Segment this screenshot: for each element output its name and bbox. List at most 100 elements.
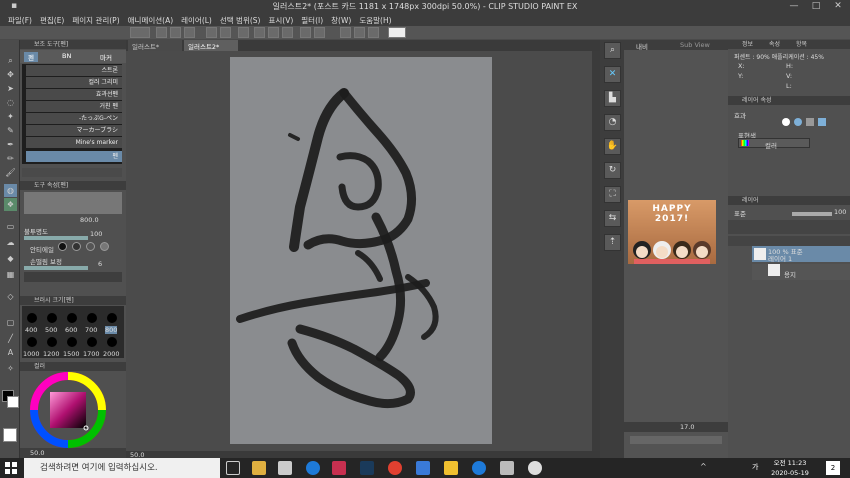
size-option[interactable]: 500: [45, 326, 57, 334]
navigator-slider[interactable]: [630, 436, 722, 444]
move-tool-icon[interactable]: ✥: [4, 68, 17, 81]
brush-item[interactable]: -たっぷG-ペン: [26, 113, 122, 124]
gradient-tool-icon[interactable]: ▦: [4, 268, 17, 281]
figure-tool-icon[interactable]: ◇: [4, 290, 17, 303]
sub-color-swatch[interactable]: [7, 396, 19, 408]
tab-navigator[interactable]: 내비: [636, 41, 648, 51]
pin-icon[interactable]: ⇡: [604, 234, 621, 251]
layer-opacity-value[interactable]: 100: [834, 208, 846, 216]
layer-row-selected[interactable]: 100 % 표준 레이어 1: [752, 246, 850, 263]
tray-photo-icon[interactable]: [712, 462, 722, 472]
swap-icon[interactable]: ✕: [604, 66, 621, 83]
menu-window[interactable]: 창(W): [327, 13, 355, 26]
pencil-tool-icon[interactable]: ✏: [4, 152, 17, 165]
menu-layer[interactable]: 레이어(L): [177, 13, 216, 26]
maximize-icon[interactable]: □: [806, 0, 826, 13]
selection-icon[interactable]: [300, 27, 311, 38]
fill-icon[interactable]: [254, 27, 265, 38]
brush-item[interactable]: Mine's marker: [26, 137, 122, 148]
minimize-icon[interactable]: —: [784, 0, 804, 13]
taskbar-clock[interactable]: 오전 11:23 2020-05-19: [760, 458, 820, 478]
brush-size-value[interactable]: 800.0: [80, 216, 99, 224]
menu-filter[interactable]: 필터(I): [297, 13, 327, 26]
opacity-value[interactable]: 100: [90, 230, 102, 238]
effect-layer-color-icon[interactable]: [818, 118, 826, 126]
text-tool-icon[interactable]: A: [4, 346, 17, 359]
size-option[interactable]: 1500: [63, 350, 80, 358]
grid-snap-icon[interactable]: [368, 27, 379, 38]
brush-item[interactable]: 효과선펜: [26, 89, 122, 100]
brush-item[interactable]: 컬러 그리미: [26, 77, 122, 88]
balloon-tool-icon[interactable]: ✧: [4, 362, 17, 375]
frame-tool-icon[interactable]: ▢: [4, 316, 17, 329]
open-file-icon[interactable]: [170, 27, 181, 38]
stabilization-slider[interactable]: [24, 266, 88, 270]
windows-start-icon[interactable]: [4, 461, 18, 475]
history-icon[interactable]: ◔: [604, 114, 621, 131]
edge-icon[interactable]: [306, 461, 320, 475]
eyedropper-icon[interactable]: ✎: [4, 124, 17, 137]
brush-item[interactable]: マーカーブラシ: [26, 125, 122, 136]
effect-tone-icon[interactable]: [806, 118, 814, 126]
subtool-tab-bn[interactable]: BN: [62, 52, 71, 60]
canvas-paper[interactable]: [230, 57, 492, 444]
tray-chevron-icon[interactable]: ^: [700, 462, 707, 471]
antialias-weak-button[interactable]: [72, 242, 81, 251]
layer-opacity-slider[interactable]: [792, 212, 832, 216]
subtool-tab-marker[interactable]: 마커: [100, 52, 112, 62]
ruler-tool-icon[interactable]: ╱: [4, 332, 17, 345]
transform-icon[interactable]: [268, 27, 279, 38]
rotate-icon[interactable]: ↻: [604, 162, 621, 179]
undo-icon[interactable]: [206, 27, 217, 38]
mail-icon[interactable]: [416, 461, 430, 475]
notification-center-icon[interactable]: 2: [826, 461, 840, 475]
effect-color-icon[interactable]: [794, 118, 802, 126]
menu-edit[interactable]: 편집(E): [36, 13, 68, 26]
effect-border-icon[interactable]: [782, 118, 790, 126]
app-icon-red[interactable]: [332, 461, 346, 475]
size-option[interactable]: 1200: [43, 350, 60, 358]
magic-wand-icon[interactable]: ✦: [4, 110, 17, 123]
size-option[interactable]: 400: [25, 326, 37, 334]
opacity-slider[interactable]: [24, 236, 88, 240]
ie-icon[interactable]: [472, 461, 486, 475]
help-icon[interactable]: [388, 27, 406, 38]
size-option[interactable]: 1700: [83, 350, 100, 358]
taskbar-search-input[interactable]: 검색하려면 여기에 입력하십시오.: [24, 458, 220, 478]
new-file-icon[interactable]: [156, 27, 167, 38]
size-option[interactable]: 600: [65, 326, 77, 334]
rotate-value[interactable]: 17.0: [680, 423, 694, 431]
size-option[interactable]: 2000: [103, 350, 120, 358]
color-mode-select[interactable]: 컬러: [738, 138, 810, 150]
subtool-tab-pen[interactable]: 펜: [24, 52, 38, 62]
decoration-tool-icon[interactable]: ❖: [4, 198, 17, 211]
navigator-thumbnail[interactable]: HAPPY 2017!: [628, 200, 716, 264]
size-option-selected[interactable]: 800: [105, 326, 118, 334]
airbrush-tool-icon[interactable]: ◍: [4, 184, 17, 197]
file-explorer-icon[interactable]: [252, 461, 266, 475]
layer-icon[interactable]: ▙: [604, 90, 621, 107]
menu-view[interactable]: 표시(V): [264, 13, 297, 26]
chrome-icon[interactable]: [388, 461, 402, 475]
kakao-icon[interactable]: [444, 461, 458, 475]
tab-illust1[interactable]: 일러스트*: [128, 40, 182, 51]
task-view-icon[interactable]: [226, 461, 240, 475]
brush-item-selected[interactable]: 펜: [26, 151, 122, 162]
ruler-snap-icon[interactable]: [340, 27, 351, 38]
zoom-tool-icon[interactable]: ⌕: [4, 54, 17, 67]
layer-visibility-eye-icon[interactable]: [732, 250, 740, 258]
invert-selection-icon[interactable]: [314, 27, 325, 38]
antialias-strong-button[interactable]: [100, 242, 109, 251]
tab-info[interactable]: 정보: [742, 41, 753, 48]
clip-studio-task-icon[interactable]: [500, 461, 514, 475]
transparent-color-swatch[interactable]: [3, 428, 17, 442]
clip-studio-icon[interactable]: [130, 27, 150, 38]
tray-lang[interactable]: 가: [752, 462, 758, 472]
special-ruler-snap-icon[interactable]: [354, 27, 365, 38]
brush-item[interactable]: 스트론: [26, 65, 122, 76]
color-wheel[interactable]: [30, 372, 106, 448]
hand-icon[interactable]: ✋: [604, 138, 621, 155]
stabilization-value[interactable]: 6: [98, 260, 102, 268]
eraser-tool-icon[interactable]: ▭: [4, 220, 17, 233]
antialias-medium-button[interactable]: [86, 242, 95, 251]
